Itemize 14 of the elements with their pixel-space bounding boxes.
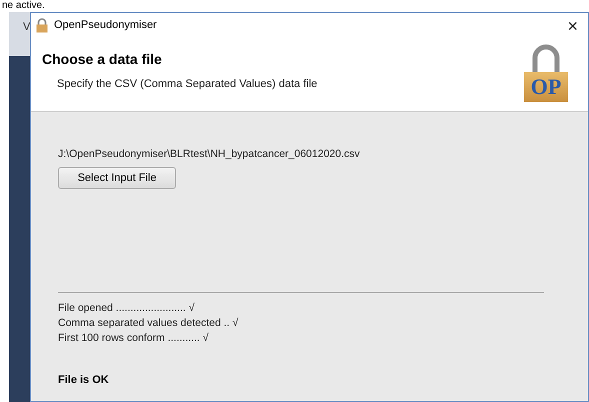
background-window-text: V: [23, 21, 30, 33]
background-text: ne active.: [2, 0, 45, 12]
check-result: Comma separated values detected .. √: [58, 316, 240, 330]
result-text: File is OK: [58, 372, 110, 388]
header-title: Choose a data file: [42, 50, 163, 69]
header-subtitle: Specify the CSV (Comma Separated Values) data file: [56, 77, 318, 92]
check-result: File opened ........................ √: [58, 300, 196, 315]
file-path: J:\OpenPseudonymiser\BLRtest\NH_bypatcancer_06012020.csv: [58, 147, 361, 162]
padlock-logo: OP: [523, 44, 569, 111]
window-title: OpenPseudonymiser: [54, 18, 158, 34]
lock-icon: [35, 18, 49, 33]
close-button[interactable]: ×: [565, 16, 580, 34]
select-input-file-button[interactable]: Select Input File: [58, 166, 176, 189]
check-result: First 100 rows conform ........... √: [58, 330, 210, 345]
